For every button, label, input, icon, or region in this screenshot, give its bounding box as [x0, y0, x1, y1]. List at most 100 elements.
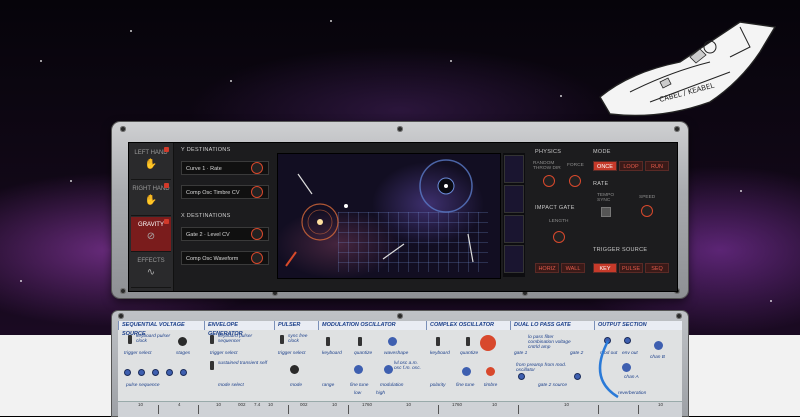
module-text: stages [176, 351, 191, 356]
star [230, 80, 232, 82]
slider-value: 10 [216, 402, 222, 407]
mode-select-switch[interactable] [210, 361, 214, 370]
sidebar-item-right-hand[interactable]: RIGHT HAND ✋ [131, 181, 171, 216]
x-destinations-title: X DESTINATIONS [181, 213, 231, 219]
pitch-knob[interactable] [480, 335, 496, 351]
trigger-pulse-button[interactable]: PULSE [619, 263, 643, 273]
sidebar-item-label: EFFECTS [137, 258, 165, 264]
trigger-select-switch[interactable] [210, 335, 214, 344]
pulser-trigger-switch[interactable] [280, 335, 284, 344]
module-text: fine tune [456, 383, 475, 388]
keyboard-switch[interactable] [326, 337, 330, 346]
preset-thumbnail[interactable] [504, 155, 524, 183]
module-text: quantize [354, 351, 373, 356]
module-text: modulation [380, 383, 404, 388]
module-text: mode [290, 383, 302, 388]
y-destination-amount-knob[interactable] [251, 162, 263, 174]
patch-jack[interactable] [138, 369, 145, 376]
module-text: fine tune [350, 383, 369, 388]
module-text: keyboard pulser clock [136, 334, 171, 344]
mode-once-button[interactable]: ONCE [593, 161, 617, 171]
slider-slot[interactable] [198, 405, 199, 414]
module-text: mode select [218, 383, 244, 388]
sidebar-item-left-hand[interactable]: LEFT HAND ✋ [131, 145, 171, 180]
slider-slot[interactable] [158, 405, 159, 414]
module-text: timbre [484, 383, 498, 388]
module-text: keyboard pulser sequencer [218, 334, 253, 344]
x-destination-amount-knob[interactable] [251, 252, 263, 264]
module-text: gate 1 [514, 351, 528, 356]
slider-strip: 10 4 10 7.4 002 10 002 10 1760 10 1760 1… [118, 401, 682, 417]
patch-jack[interactable] [574, 373, 581, 380]
patch-jack[interactable] [152, 369, 159, 376]
sidebar-item-effects[interactable]: EFFECTS ∿ [131, 253, 171, 288]
trigger-select-switch[interactable] [128, 335, 132, 344]
star [40, 60, 42, 62]
pulser-rate-knob[interactable] [290, 365, 299, 374]
impact-wall-button[interactable]: WALL [561, 263, 585, 273]
slider-value: 10 [492, 402, 498, 407]
screw [120, 288, 126, 294]
module-text: from preamp from mod. oscillator [516, 363, 567, 373]
screw [676, 313, 682, 319]
waveshape-knob[interactable] [388, 337, 397, 346]
stages-knob[interactable] [178, 337, 187, 346]
module-text: quantize [460, 351, 479, 356]
tempo-sync-toggle[interactable] [601, 207, 611, 217]
quantize-switch[interactable] [466, 337, 470, 346]
preset-thumbnail[interactable] [504, 185, 524, 213]
length-knob[interactable] [553, 231, 565, 243]
random-throw-dir-label: RANDOM THROW DIR [533, 161, 561, 171]
module-text: gate 2 source [538, 383, 568, 388]
slider-value: 10 [658, 402, 664, 407]
slider-slot[interactable] [288, 405, 289, 414]
module-text: lo pass filter combination voltage cntrl… [528, 335, 571, 350]
gravity-xy-pad[interactable] [277, 153, 501, 279]
trigger-seq-button[interactable]: SEQ [645, 263, 669, 273]
star [20, 280, 22, 282]
module-text: trigger select [210, 351, 238, 356]
preset-thumbnail[interactable] [504, 215, 524, 243]
force-label: FORCE [567, 163, 584, 168]
module-text: keyboard [430, 351, 450, 356]
length-label: LENGTH [549, 219, 569, 224]
keyboard-switch[interactable] [436, 337, 440, 346]
patch-jack[interactable] [180, 369, 187, 376]
slider-slot[interactable] [638, 405, 639, 414]
speed-knob[interactable] [641, 205, 653, 217]
modulation-knob[interactable] [384, 365, 393, 374]
slider-slot[interactable] [348, 405, 349, 414]
quantize-switch[interactable] [358, 337, 362, 346]
slider-slot[interactable] [438, 405, 439, 414]
star [450, 60, 452, 62]
y-destination-amount-knob[interactable] [251, 186, 263, 198]
impact-horiz-button[interactable]: HORIZ [535, 263, 559, 273]
module-title: DUAL LO PASS GATE [510, 321, 594, 330]
patch-jack[interactable] [124, 369, 131, 376]
x-destination-amount-knob[interactable] [251, 228, 263, 240]
star [770, 300, 772, 302]
module-text: range [322, 383, 335, 388]
mode-loop-button[interactable]: LOOP [619, 161, 643, 171]
trigger-key-button[interactable]: KEY [593, 263, 617, 273]
mode-run-button[interactable]: RUN [645, 161, 669, 171]
module-text: sync free clock [288, 334, 308, 344]
physics-title: PHYSICS [535, 149, 562, 155]
fine-tune-knob[interactable] [462, 367, 471, 376]
fine-tune-knob[interactable] [354, 365, 363, 374]
module-text: waveshape [384, 351, 409, 356]
patch-jack[interactable] [166, 369, 173, 376]
module-text: trigger select [278, 351, 306, 356]
timbre-knob[interactable] [486, 367, 495, 376]
preset-thumbnail[interactable] [504, 245, 524, 273]
random-throw-dir-knob[interactable] [543, 175, 555, 187]
slider-slot[interactable] [598, 405, 599, 414]
sidebar-item-gravity[interactable]: GRAVITY ⊘ [131, 217, 171, 252]
star [330, 20, 332, 22]
patch-jack[interactable] [518, 373, 525, 380]
slider-value: 10 [564, 402, 570, 407]
slider-value: 1760 [452, 402, 463, 407]
slider-slot[interactable] [518, 405, 519, 414]
notification-badge [164, 147, 169, 152]
force-knob[interactable] [569, 175, 581, 187]
